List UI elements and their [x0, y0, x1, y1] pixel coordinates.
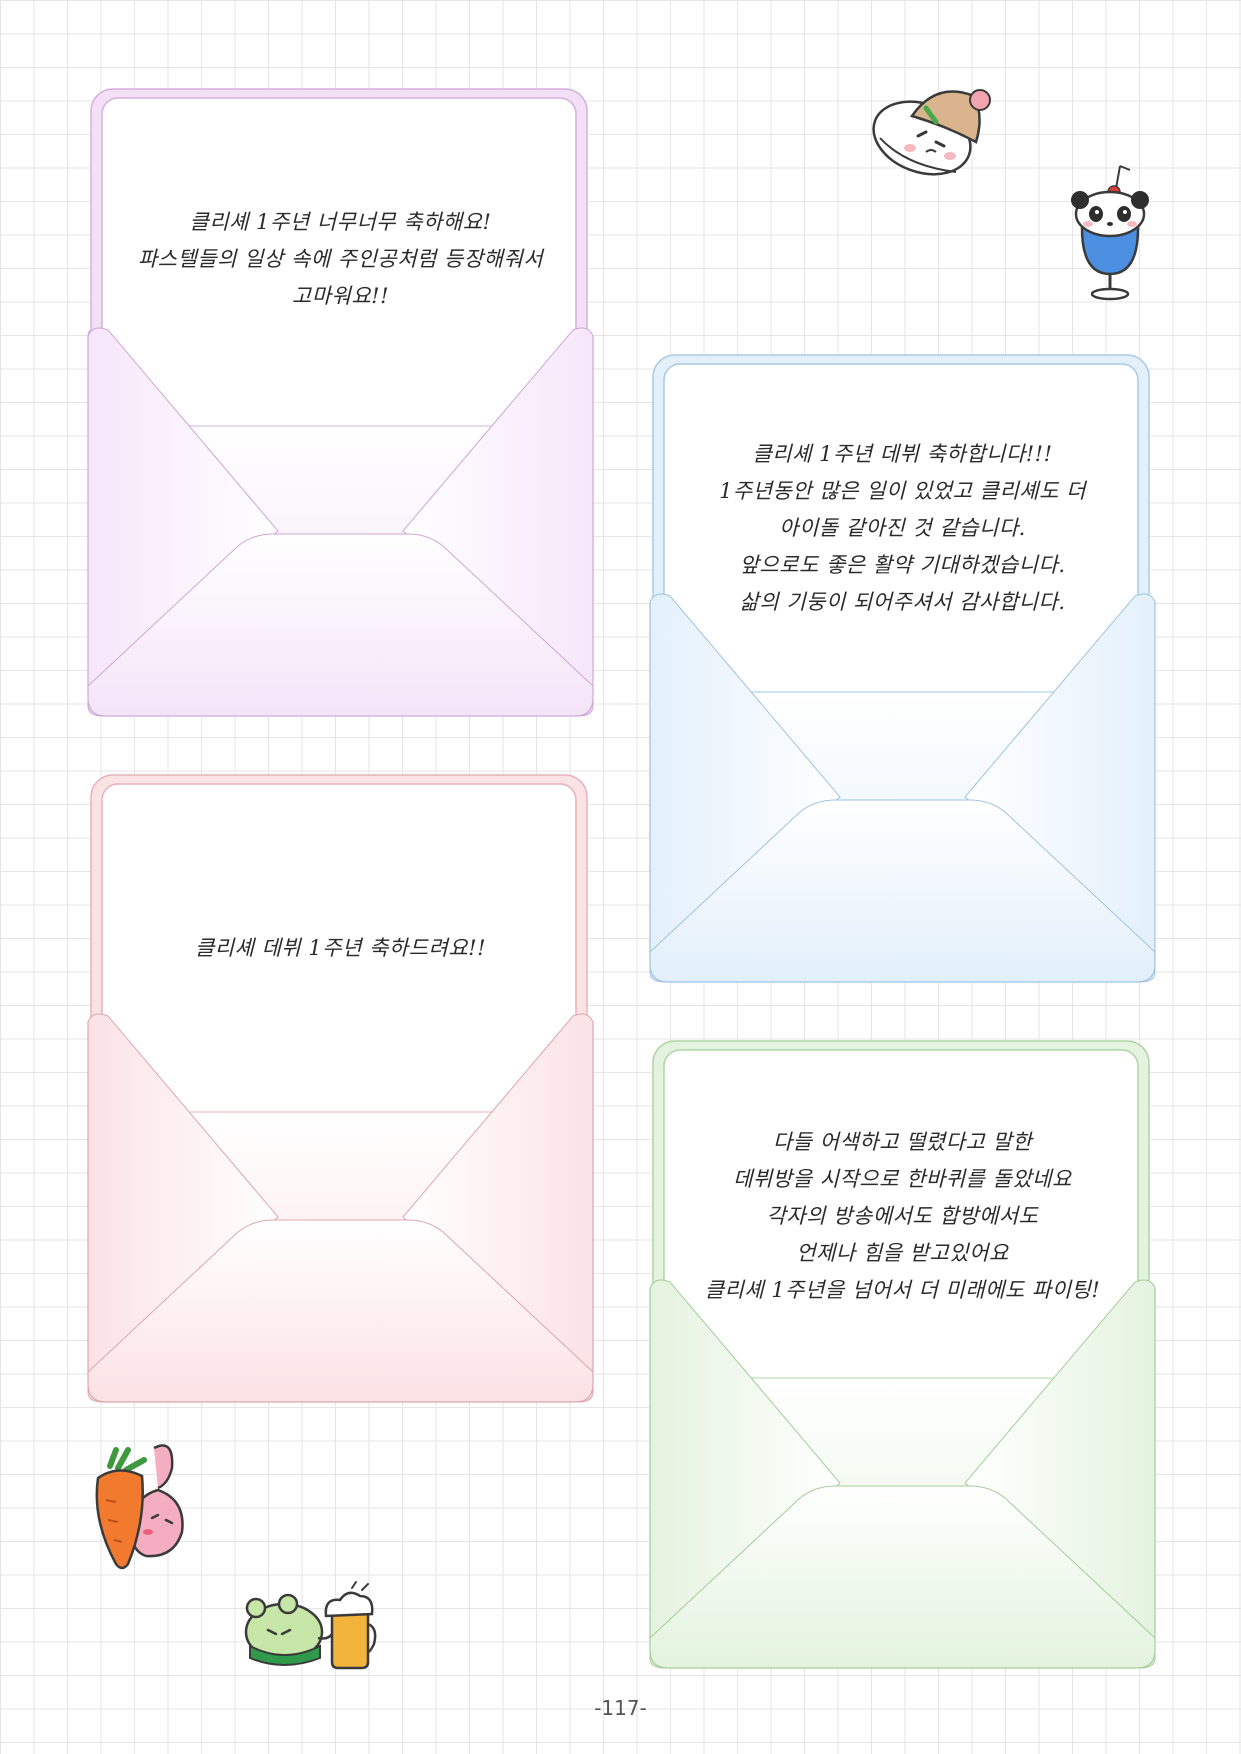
letter-message-blue: 클리셰 1주년 데뷔 축하합니다!!! 1주년동안 많은 일이 있었고 클리셰도… — [690, 436, 1115, 621]
letter-line: 1주년동안 많은 일이 있었고 클리셰도 더 — [719, 479, 1086, 503]
letter-line: 파스텔들의 일상 속에 주인공처럼 등장해줘서 — [137, 247, 544, 271]
letter-line: 데뷔방을 시작으로 한바퀴를 돌았네요 — [733, 1167, 1072, 1191]
hamster-with-beer-icon — [240, 1580, 378, 1670]
letter-message-pink: 클리셰 데뷔 1주년 축하드려요!! — [128, 930, 553, 967]
carrot-bunny-icon — [88, 1440, 188, 1572]
letter-line: 클리셰 1주년 데뷔 축하합니다!!! — [752, 442, 1053, 466]
letter-line: 다들 어색하고 떨렸다고 말한 — [772, 1130, 1033, 1154]
letter-envelope-pink: 클리셰 데뷔 1주년 축하드려요!! — [87, 772, 594, 1403]
letter-line: 언제나 힘을 받고있어요 — [796, 1241, 1009, 1265]
letter-line: 앞으로도 좋은 활약 기대하겠습니다. — [739, 553, 1066, 577]
letter-envelope-blue: 클리셰 1주년 데뷔 축하합니다!!! 1주년동안 많은 일이 있었고 클리셰도… — [649, 352, 1156, 983]
page-number: -117- — [594, 1696, 647, 1720]
rice-ball-with-hat-icon — [866, 86, 1002, 186]
letter-envelope-green: 다들 어색하고 떨렸다고 말한 데뷔방을 시작으로 한바퀴를 돌았네요 각자의 … — [649, 1038, 1156, 1669]
letter-message-purple: 클리셰 1주년 너무너무 축하해요! 파스텔들의 일상 속에 주인공처럼 등장해… — [128, 204, 553, 315]
letter-line: 아이돌 같아진 것 같습니다. — [779, 516, 1026, 540]
letter-line: 각자의 방송에서도 합방에서도 — [766, 1204, 1039, 1228]
envelope-pink-graphic — [87, 774, 594, 1403]
letter-line: 고마워요!! — [291, 284, 390, 308]
letter-line: 삶의 기둥이 되어주셔서 감사합니다. — [739, 590, 1066, 614]
letter-line: 클리셰 1주년을 넘어서 더 미래에도 파이팅! — [704, 1278, 1101, 1302]
envelope-purple-graphic — [87, 88, 594, 717]
letter-message-green: 다들 어색하고 떨렸다고 말한 데뷔방을 시작으로 한바퀴를 돌았네요 각자의 … — [690, 1124, 1115, 1309]
page: 클리셰 1주년 너무너무 축하해요! 파스텔들의 일상 속에 주인공처럼 등장해… — [0, 0, 1241, 1754]
letter-line: 클리셰 1주년 너무너무 축하해요! — [189, 210, 492, 234]
letter-envelope-purple: 클리셰 1주년 너무너무 축하해요! 파스텔들의 일상 속에 주인공처럼 등장해… — [87, 86, 594, 717]
panda-ice-cream-soda-icon — [1062, 164, 1158, 304]
letter-line: 클리셰 데뷔 1주년 축하드려요!! — [194, 936, 487, 960]
